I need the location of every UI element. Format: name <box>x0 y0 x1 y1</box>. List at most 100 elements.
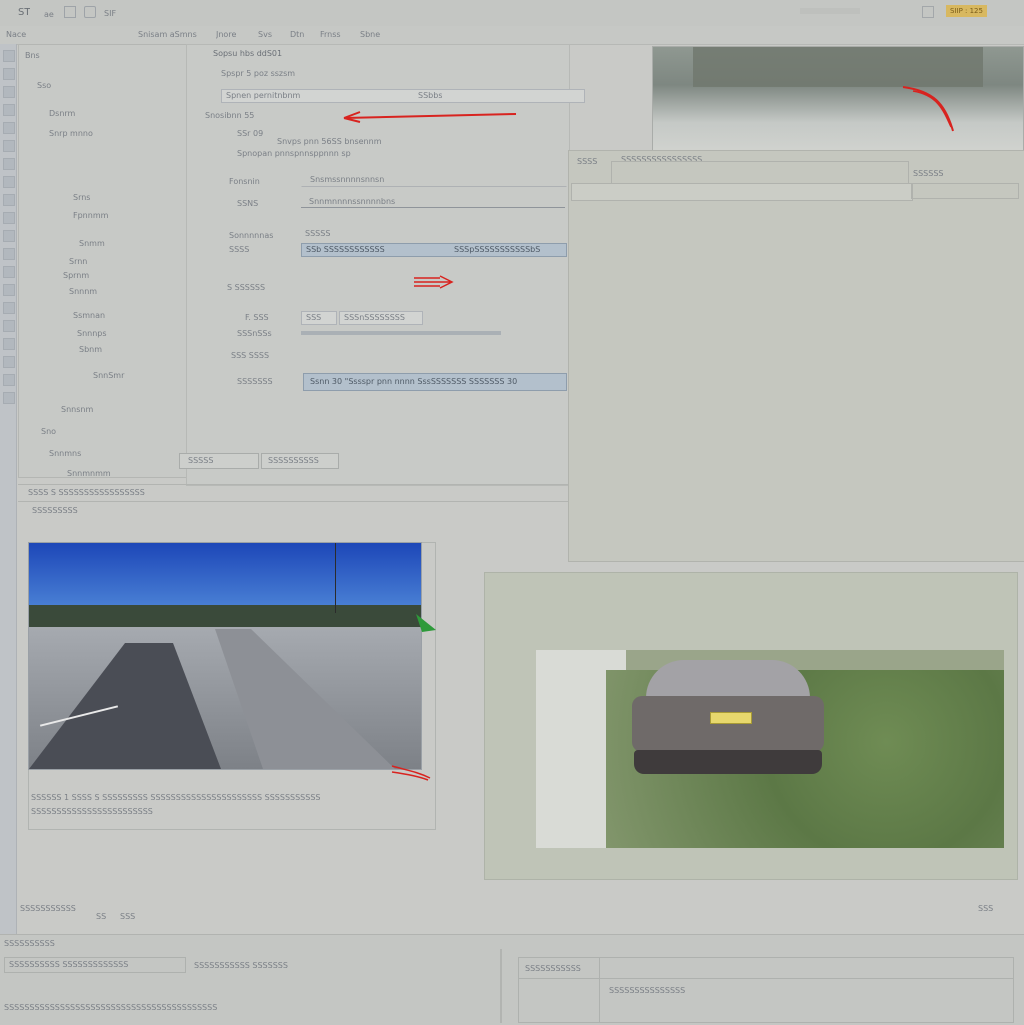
right-field: SSSSSS <box>913 169 944 178</box>
final-field[interactable]: Ssnn 30 "Sssspr pnn nnnn SssSSSSSSS SSSS… <box>303 373 567 391</box>
menu-item-file[interactable]: Nace <box>6 30 26 40</box>
bottom-row-1: SSSSSSSSSSS SSSSSSS <box>194 961 288 970</box>
tool-icon[interactable] <box>3 50 15 62</box>
right-dropdown[interactable] <box>911 183 1019 199</box>
tool-icon[interactable] <box>3 212 15 224</box>
tool-icon[interactable] <box>3 194 15 206</box>
tool-icon[interactable] <box>3 158 15 170</box>
save-icon[interactable] <box>84 6 96 18</box>
menu-item-help[interactable]: Sbne <box>360 30 380 40</box>
tool-icon[interactable] <box>3 356 15 368</box>
section-subtitle: SSSSSSSSS <box>32 506 78 515</box>
image-caption-2: SSSSSSSSSSSSSSSSSSSSSSSS <box>31 807 153 816</box>
nav-item[interactable]: Srns <box>73 185 90 202</box>
type-label-2: SSSSS <box>305 229 331 238</box>
menu-bar: Nace Snisam aSmns Jnore Svs Dtn Frnss Sb… <box>0 26 1024 45</box>
red-arrow-icon <box>902 86 954 132</box>
doc-icon[interactable] <box>64 6 76 18</box>
tool-icon[interactable] <box>3 374 15 386</box>
bottom-table: SSSSSSSSSSS SSSSSSSSSSSSSSS <box>518 957 1014 1023</box>
tool-icon[interactable] <box>3 86 15 98</box>
nav-item[interactable]: Sno <box>41 419 56 436</box>
green-arrow-icon <box>416 614 436 632</box>
menu-item-tools[interactable]: Svs <box>258 30 272 40</box>
title-text: ae <box>44 10 54 19</box>
title-bar: ST ae SIF SIIP : 125 <box>0 0 1024 27</box>
minimize-icon[interactable] <box>922 6 934 18</box>
type-label: Sonnnnnas <box>229 231 274 240</box>
row2-text: Spnopan pnnspnnsppnnn sp <box>237 149 351 158</box>
tool-icon[interactable] <box>3 140 15 152</box>
car-photo[interactable] <box>536 650 1004 848</box>
license-plate <box>710 712 752 724</box>
nav-item[interactable]: Snnmnmm <box>67 461 111 478</box>
nav-item[interactable]: Snnsnm <box>61 397 93 414</box>
tool-icon[interactable] <box>3 230 15 242</box>
tool-icon[interactable] <box>3 284 15 296</box>
opt-label-b: SSSnSSs <box>237 329 272 338</box>
nav-item[interactable]: Sbnm <box>79 337 102 354</box>
menu-item-edit[interactable]: Snisam aSmns <box>138 30 197 40</box>
cancel-button[interactable]: SSSSSSSSSS <box>261 453 339 469</box>
nav-item[interactable]: Snmm <box>79 231 105 248</box>
nav-item[interactable]: Snnnps <box>77 321 107 338</box>
menu-item-view[interactable]: Jnore <box>216 30 236 40</box>
tool-icon[interactable] <box>3 176 15 188</box>
opt-field-b[interactable]: SSSnSSSSSSSS <box>339 311 423 325</box>
row1-text: Snvps pnn 56SS bnsennm <box>277 137 382 146</box>
tool-icon[interactable] <box>3 248 15 260</box>
tool-icon[interactable] <box>3 392 15 404</box>
tool-strip <box>0 44 17 934</box>
status-right: SSS <box>978 904 994 913</box>
nav-item[interactable]: Snnnm <box>69 279 97 296</box>
right-pane: SSSS SSSSSSSSSSSSSSSS SSSSSS <box>568 150 1024 562</box>
nav-item[interactable]: Snrp mnno <box>49 121 93 138</box>
bottom-row-2: SSSSSSSSSSSSSSSSSSSSSSSSSSSSSSSSSSSSSSSS… <box>4 1003 218 1012</box>
bottom-field[interactable]: SSSSSSSSSS SSSSSSSSSSSSS <box>4 957 186 973</box>
right-toolbar <box>571 183 913 201</box>
image-caption: SSSSSS 1 SSSS S SSSSSSSSS SSSSSSSSSSSSSS… <box>31 793 321 802</box>
nav-item[interactable]: Fpnnmm <box>73 203 108 220</box>
tool-icon[interactable] <box>3 68 15 80</box>
name-field[interactable]: Snnmnnnnssnnnnbns <box>301 195 565 208</box>
right-header-a: SSSS <box>577 157 598 166</box>
hint-text: SSSS <box>229 245 250 254</box>
nav-item[interactable]: SnnSmr <box>93 363 124 380</box>
nav-item[interactable]: Sprnm <box>63 263 89 280</box>
tool-icon[interactable] <box>3 338 15 350</box>
red-arrow-icon <box>343 111 517 123</box>
opt-label-a: F. SSS <box>245 313 269 322</box>
section-label: Fonsnin <box>229 177 260 186</box>
nav-item[interactable]: Srnn <box>69 249 87 266</box>
section-field[interactable]: Snsmssnnnnsnnsn <box>301 173 567 187</box>
status-left: SSSSSSSSSSS <box>20 904 76 913</box>
thumbnail-image[interactable] <box>652 46 1024 156</box>
bottom-panel: SSSSSSSSSS SSSSSSSSSS SSSSSSSSSSSSS SSSS… <box>0 934 1024 1025</box>
status-mid-a: SS <box>96 912 107 921</box>
path-field[interactable]: Spnen pernitnbnm SSbbs <box>221 89 585 103</box>
nav-item[interactable]: Sso <box>37 73 51 90</box>
red-arrow-icon <box>391 765 431 781</box>
status-badge: SIIP : 125 <box>946 5 987 17</box>
tool-icon[interactable] <box>3 104 15 116</box>
menu-item-data[interactable]: Dtn <box>290 30 304 40</box>
tool-icon[interactable] <box>3 320 15 332</box>
nav-item[interactable]: Snnmns <box>49 441 81 458</box>
road-photo[interactable] <box>28 542 422 770</box>
bottom-label: SSSSSSSSSS <box>4 939 55 948</box>
section-bar: SSSS S SSSSSSSSSSSSSSSSS <box>18 484 568 502</box>
nav-item[interactable]: Dsnrm <box>49 101 75 118</box>
opt-label-c: SSS SSSS <box>231 351 270 360</box>
tool-icon[interactable] <box>3 122 15 134</box>
tool-icon[interactable] <box>3 302 15 314</box>
final-label: SSSSSSS <box>237 377 273 386</box>
selected-field[interactable]: SSb SSSSSSSSSSSS SSSpSSSSSSSSSSSbS <box>301 243 567 257</box>
opt-slider[interactable] <box>301 331 501 335</box>
ok-button[interactable]: SSSSS <box>179 453 259 469</box>
right-input[interactable] <box>611 161 909 185</box>
menu-item-format[interactable]: Frnss <box>320 30 341 40</box>
count-label: S SSSSSS <box>227 283 266 292</box>
tool-icon[interactable] <box>3 266 15 278</box>
opt-field-a[interactable]: SSS <box>301 311 337 325</box>
nav-item[interactable]: Ssmnan <box>73 303 105 320</box>
